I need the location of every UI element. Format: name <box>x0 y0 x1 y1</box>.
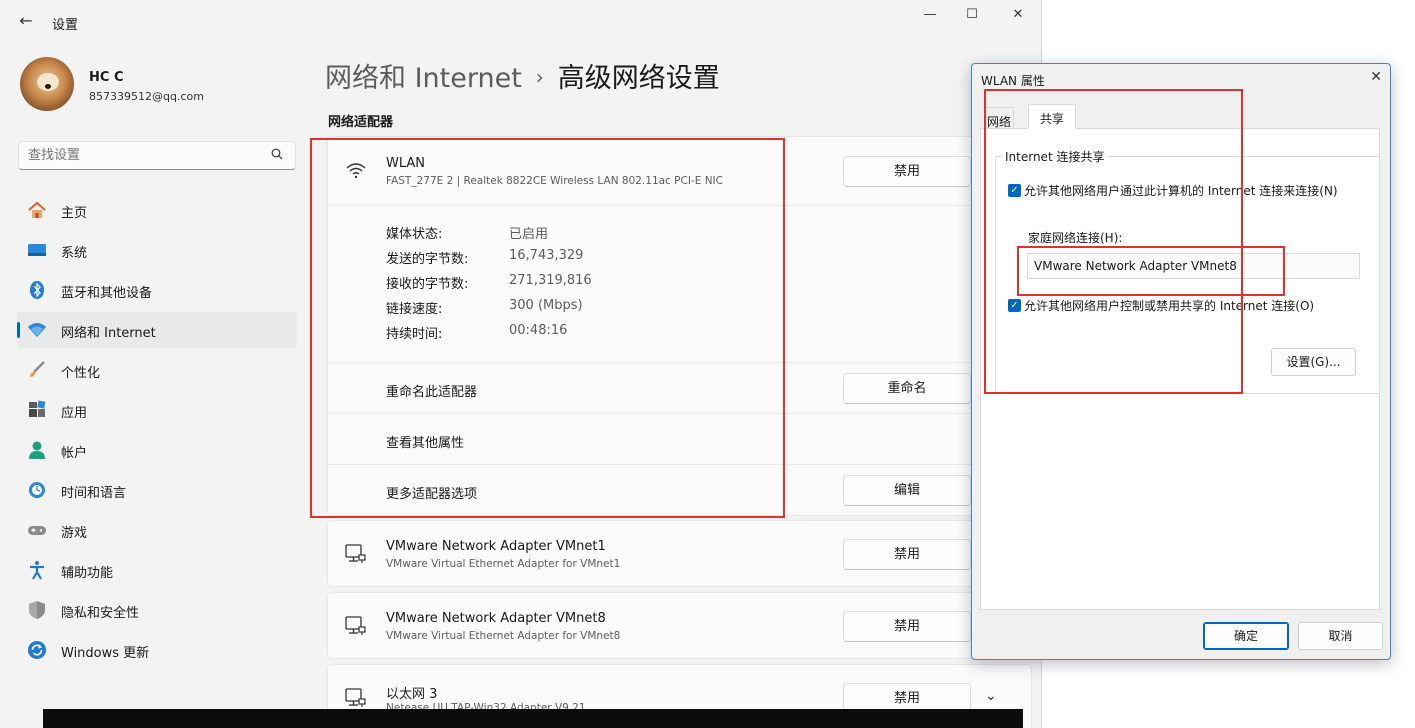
ics-settings-button[interactable]: 设置(G)... <box>1271 348 1356 376</box>
accessibility-icon <box>30 561 44 580</box>
account-icon <box>29 441 45 459</box>
sidebar-item-label: 系统 <box>61 246 88 261</box>
sidebar-item-label: 个性化 <box>61 366 101 381</box>
ok-button[interactable]: 确定 <box>1203 622 1289 650</box>
disable-button[interactable]: 禁用 <box>843 611 971 642</box>
back-arrow-icon[interactable]: ← <box>16 11 36 31</box>
sidebar-item-label: 主页 <box>61 206 88 221</box>
clock-globe-icon <box>29 482 45 498</box>
update-icon <box>28 641 46 659</box>
section-title: 网络适配器 <box>328 115 394 130</box>
taskbar <box>43 709 1023 728</box>
sidebar-item-accessibility[interactable]: 辅助功能 <box>17 552 297 588</box>
search-field[interactable] <box>18 141 296 170</box>
adapter-desc: VMware Virtual Ethernet Adapter for VMne… <box>386 630 621 642</box>
rename-button[interactable]: 重命名 <box>843 373 971 404</box>
ethernet-monitor-icon <box>345 616 366 635</box>
close-button[interactable]: ✕ <box>996 4 1040 26</box>
adapter-name: VMware Network Adapter VMnet1 <box>386 539 606 554</box>
bluetooth-icon <box>30 281 44 299</box>
sidebar-item-apps[interactable]: 应用 <box>17 392 297 428</box>
adapter-card: VMware Network Adapter VMnet8 VMware Vir… <box>327 592 1032 659</box>
gamepad-icon <box>28 526 46 535</box>
avatar[interactable] <box>20 57 74 111</box>
sidebar-item-label: 辅助功能 <box>61 566 114 581</box>
sidebar-item-personalization[interactable]: 个性化 <box>17 352 297 388</box>
disable-button[interactable]: 禁用 <box>843 539 971 570</box>
ethernet-monitor-icon <box>345 544 366 563</box>
page-title: 高级网络设置 <box>557 63 720 94</box>
app-title: 设置 <box>52 18 79 33</box>
wifi-icon <box>28 323 46 337</box>
user-name: HC C <box>89 70 124 85</box>
sidebar-item-bluetooth[interactable]: 蓝牙和其他设备 <box>17 272 297 308</box>
title-bar: ← 设置 — ☐ ✕ <box>0 0 1041 44</box>
sidebar-item-label: Windows 更新 <box>61 646 150 661</box>
sidebar-item-label: 游戏 <box>61 526 88 541</box>
dialog-title: WLAN 属性 <box>981 74 1045 88</box>
search-input[interactable] <box>28 147 268 162</box>
adapter-name: 以太网 3 <box>386 687 438 702</box>
adapter-card: VMware Network Adapter VMnet1 VMware Vir… <box>327 520 1032 587</box>
system-icon <box>28 244 46 256</box>
disable-button[interactable]: 禁用 <box>843 156 971 187</box>
shield-icon <box>29 601 45 619</box>
sidebar-item-system[interactable]: 系统 <box>17 232 297 268</box>
brush-icon <box>30 361 45 377</box>
sidebar-nav: 主页 系统 蓝牙和其他设备 网络和 Internet 个性化 应用 帐户 时间和… <box>17 192 297 672</box>
sidebar-item-label: 时间和语言 <box>61 486 127 501</box>
cancel-button[interactable]: 取消 <box>1298 622 1383 650</box>
search-icon[interactable] <box>271 148 283 160</box>
home-icon <box>28 201 46 218</box>
user-email: 857339512@qq.com <box>89 90 204 103</box>
sidebar-item-privacy[interactable]: 隐私和安全性 <box>17 592 297 628</box>
sidebar-item-time-language[interactable]: 时间和语言 <box>17 472 297 508</box>
sidebar-item-accounts[interactable]: 帐户 <box>17 432 297 468</box>
dialog-close-icon[interactable]: ✕ <box>1370 69 1382 85</box>
sidebar-item-label: 应用 <box>61 406 88 421</box>
maximize-button[interactable]: ☐ <box>950 4 994 26</box>
adapter-name: VMware Network Adapter VMnet8 <box>386 611 606 626</box>
edit-button[interactable]: 编辑 <box>843 475 971 506</box>
sidebar-item-windows-update[interactable]: Windows 更新 <box>17 632 297 668</box>
breadcrumb: 网络和 Internet › 高级网络设置 <box>325 56 720 95</box>
sidebar-item-label: 隐私和安全性 <box>61 606 140 621</box>
sidebar-item-home[interactable]: 主页 <box>17 192 297 228</box>
apps-icon <box>29 400 46 417</box>
minimize-button[interactable]: — <box>908 4 952 26</box>
adapter-desc: VMware Virtual Ethernet Adapter for VMne… <box>386 558 621 570</box>
breadcrumb-parent[interactable]: 网络和 Internet <box>325 63 522 94</box>
annotation-highlight <box>984 89 1243 394</box>
chevron-right-icon: › <box>535 65 544 89</box>
sidebar-item-label: 帐户 <box>61 446 88 461</box>
ethernet-monitor-icon <box>345 688 366 707</box>
sidebar-item-label: 网络和 Internet <box>61 326 156 341</box>
sidebar-item-gaming[interactable]: 游戏 <box>17 512 297 548</box>
annotation-highlight <box>1017 246 1285 296</box>
chevron-down-icon[interactable]: ⌄ <box>985 688 997 704</box>
sidebar-item-network[interactable]: 网络和 Internet <box>17 312 297 348</box>
annotation-highlight <box>310 138 785 518</box>
sidebar-item-label: 蓝牙和其他设备 <box>61 286 153 301</box>
